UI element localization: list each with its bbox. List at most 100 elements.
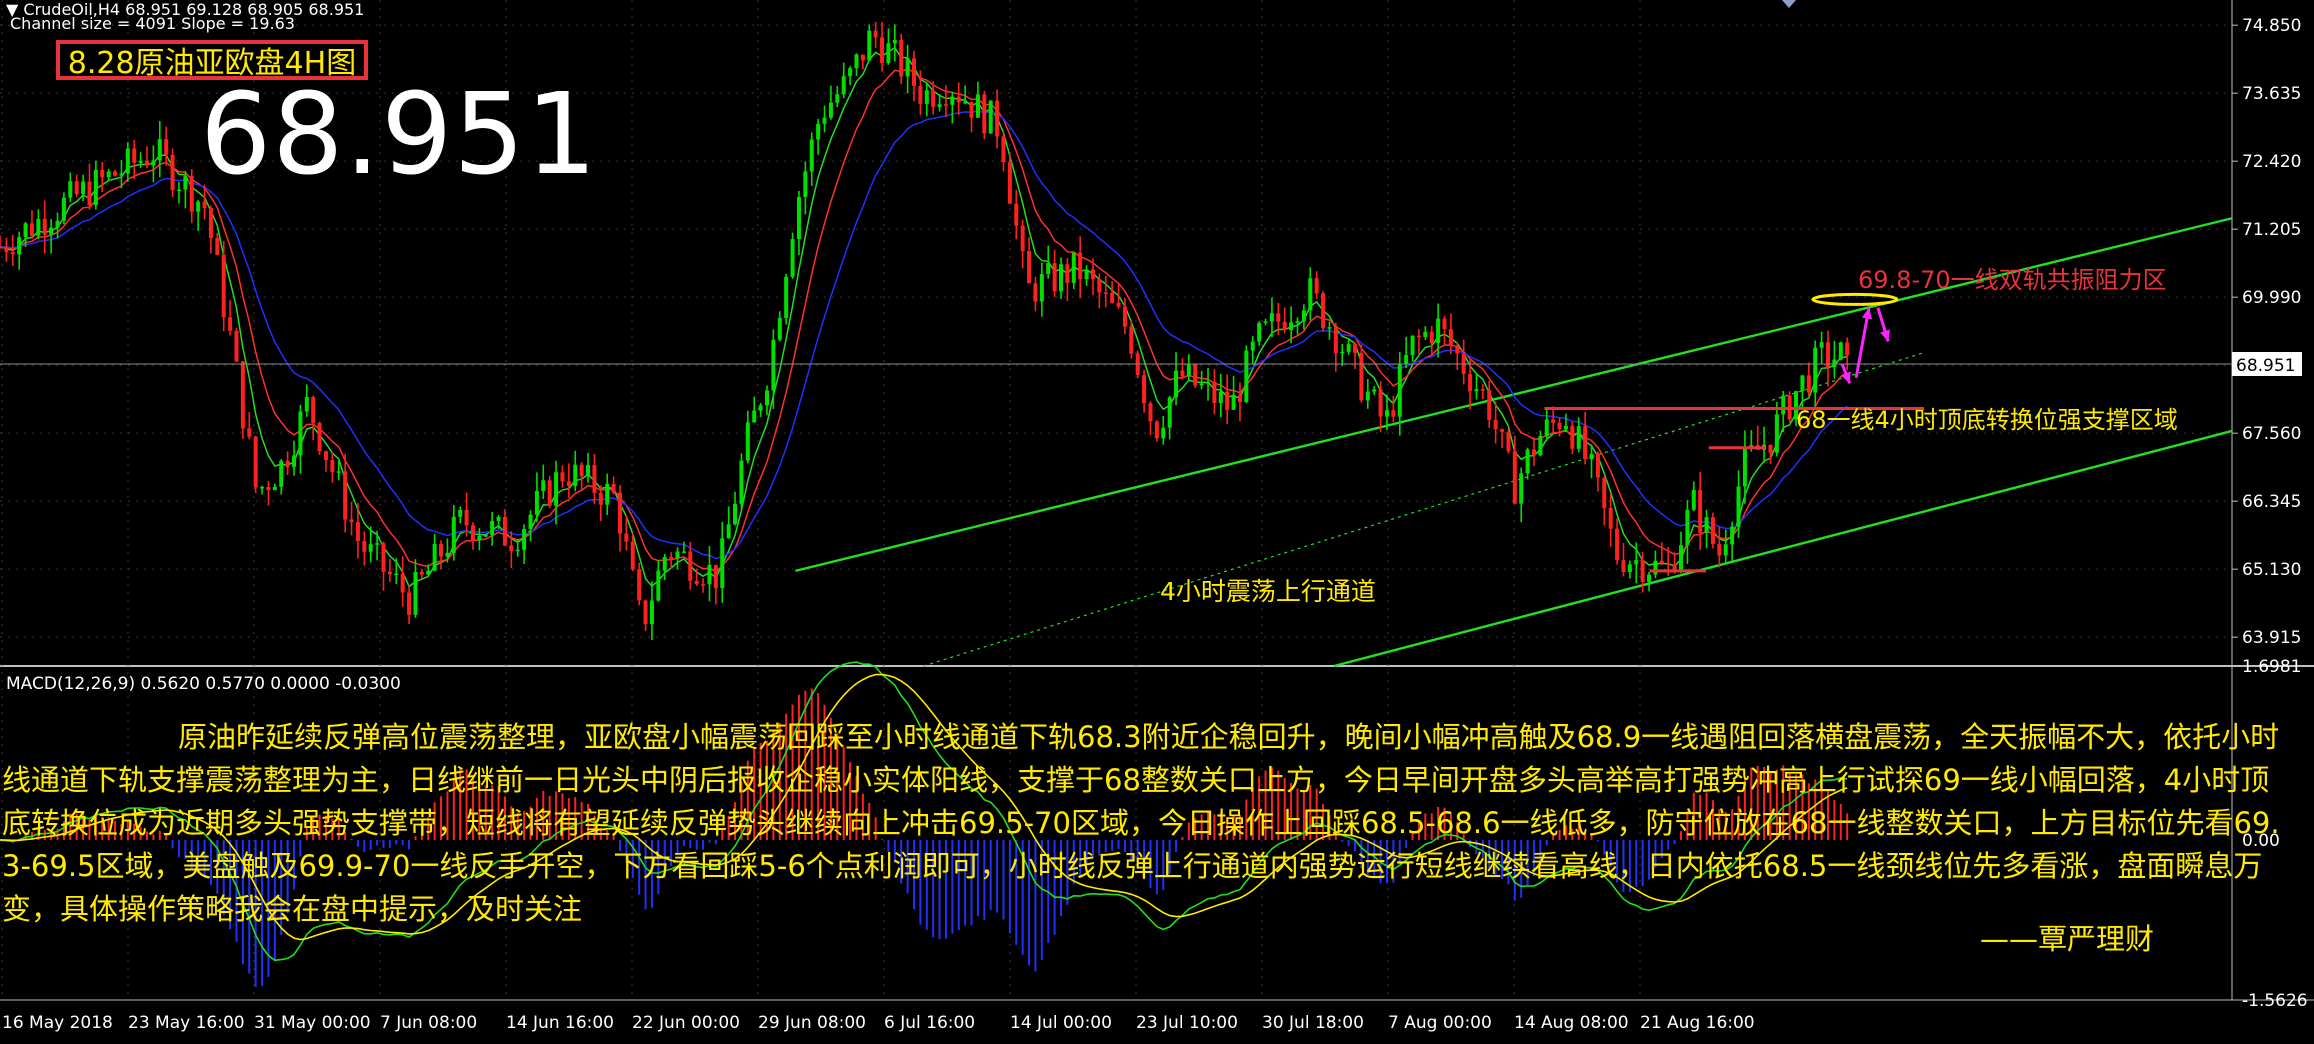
x-tick-label: 14 Aug 08:00 [1514, 1013, 1629, 1033]
candle-body [1090, 269, 1095, 280]
candle-body [1269, 313, 1274, 322]
candle-body [1263, 321, 1268, 323]
candle-body [253, 436, 258, 488]
candle-body [713, 564, 718, 589]
candle-body [566, 481, 571, 486]
candle-body [349, 519, 354, 523]
candle-body [221, 254, 226, 318]
candle-body [931, 90, 936, 107]
candle-body [1110, 292, 1115, 303]
candle-body [49, 227, 54, 235]
candle-body [387, 571, 392, 575]
candle-body [1410, 335, 1415, 355]
candle-body [1659, 560, 1664, 564]
candle-body [451, 516, 456, 553]
candle-body [1071, 252, 1076, 283]
candle-body [1525, 449, 1530, 474]
candle-body [1500, 429, 1505, 432]
candle-body [1819, 342, 1824, 348]
candle-body [950, 96, 955, 105]
candle-body [285, 460, 290, 467]
candle-body [771, 339, 776, 391]
candle-body [1551, 419, 1556, 423]
candle-body [502, 516, 507, 546]
candle-body [42, 218, 47, 235]
y-tick-label: 65.130 [2242, 560, 2301, 580]
candle-body [1813, 347, 1818, 393]
macd-y-tick-label: 1.6981 [2242, 657, 2301, 677]
candle-body [905, 58, 910, 77]
candle-body [630, 541, 635, 570]
candle-body [1666, 563, 1671, 565]
candle-body [1423, 331, 1428, 337]
x-tick-label: 14 Jun 16:00 [506, 1013, 614, 1033]
candle-body [1065, 264, 1070, 283]
candle-body [803, 171, 808, 198]
candle-body [381, 543, 386, 572]
candle-body [1480, 389, 1485, 391]
y-tick-label: 66.345 [2242, 492, 2301, 512]
candle-body [1327, 327, 1332, 329]
candle-body [176, 189, 181, 192]
candle-body [55, 220, 60, 228]
candle-body [1589, 453, 1594, 460]
candle-body [1206, 381, 1211, 384]
candle-body [688, 551, 693, 581]
candle-body [477, 536, 482, 541]
candle-body [1493, 419, 1498, 430]
candle-body [1212, 381, 1217, 404]
candle-body [1289, 322, 1294, 331]
candle-body [93, 169, 98, 206]
candle-body [809, 139, 814, 172]
candle-body [617, 492, 622, 534]
candle-body [208, 208, 213, 239]
candle-body [1052, 263, 1057, 292]
channel-annotation: 4小时震荡上行通道 [1160, 577, 1376, 606]
candle-body [1340, 351, 1345, 354]
candle-body [880, 37, 885, 64]
candle-body [822, 117, 827, 124]
candle-body [1436, 318, 1441, 344]
candle-body [439, 543, 444, 557]
candle-body [157, 139, 162, 161]
candle-body [669, 556, 674, 559]
support-annotation: 68一线4小时顶底转换位强支撑区域 [1796, 406, 2178, 434]
candle-body [1768, 444, 1773, 453]
candle-body [784, 276, 789, 319]
candle-body [343, 471, 348, 520]
candle-body [1308, 278, 1313, 311]
candle-body [662, 556, 667, 571]
candle-body [924, 90, 929, 104]
candle-body [1583, 426, 1588, 460]
candle-body [196, 201, 201, 212]
candle-body [1046, 263, 1051, 275]
candle-body [1468, 373, 1473, 392]
candle-body [1698, 489, 1703, 533]
y-tick-label: 69.990 [2242, 288, 2301, 308]
candle-body [701, 584, 706, 586]
candle-body [637, 569, 642, 601]
candle-body [1186, 364, 1191, 377]
candle-body [988, 100, 993, 134]
macd-label: MACD(12,26,9) 0.5620 0.5770 0.0000 -0.03… [6, 674, 401, 694]
candle-body [1448, 329, 1453, 347]
candle-body [247, 428, 252, 437]
macd-y-tick-label: -1.5626 [2242, 991, 2308, 1011]
channel-info: Channel size = 4091 Slope = 19.63 [10, 14, 295, 33]
candle-body [1615, 528, 1620, 561]
y-tick-label: 63.915 [2242, 628, 2301, 648]
candle-body [1832, 359, 1837, 368]
candle-body [125, 148, 130, 174]
candle-body [509, 545, 514, 552]
candle-body [1353, 344, 1358, 353]
candle-body [764, 390, 769, 406]
candle-body [1845, 342, 1850, 356]
candle-body [1774, 414, 1779, 453]
candle-body [1621, 560, 1626, 573]
candle-body [899, 39, 904, 77]
candle-body [982, 94, 987, 134]
candle-body [1838, 342, 1843, 360]
candle-body [1442, 318, 1447, 330]
candle-body [1602, 477, 1607, 509]
candle-body [1084, 269, 1089, 280]
